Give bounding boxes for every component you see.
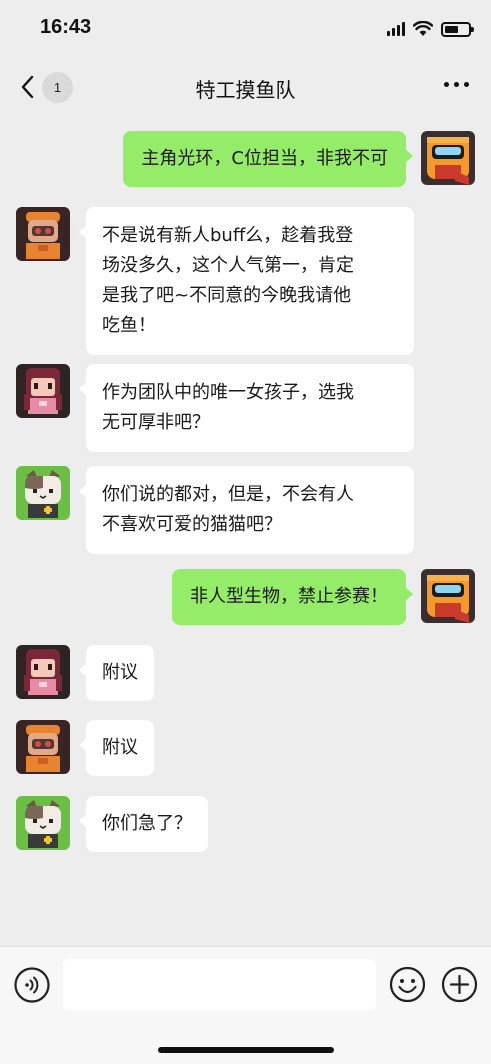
message-line: 作为团队中的唯一女孩子，选我 — [102, 382, 354, 403]
message-text: 附议 — [102, 662, 138, 683]
more-dots-icon[interactable] — [444, 82, 469, 87]
message-bubble[interactable]: 不是说有新人buff么，趁着我登 场没多久，这个人气第一，肯定 是我了吧~不同意… — [79, 207, 414, 355]
avatar-self[interactable] — [421, 131, 475, 185]
message-bubble[interactable]: 附议 — [79, 720, 154, 776]
emoji-icon[interactable] — [389, 966, 426, 1003]
avatar-robot[interactable] — [16, 720, 70, 774]
nav-bar: 特工摸鱼队 — [0, 58, 491, 116]
avatar-girl[interactable] — [16, 364, 70, 418]
message-text: 非人型生物，禁止参赛！ — [190, 586, 388, 607]
message-bubble[interactable]: 你们急了？ — [79, 796, 208, 852]
message-text: 你们急了？ — [102, 813, 192, 834]
message-bubble[interactable]: 附议 — [79, 645, 154, 701]
avatar-cat[interactable] — [16, 466, 70, 520]
message-text: 主角光环，C位担当，非我不可 — [141, 148, 388, 169]
message-line: 吃鱼！ — [102, 315, 156, 336]
message-bubble[interactable]: 主角光环，C位担当，非我不可 — [123, 131, 413, 187]
unread-badge[interactable]: 1 — [42, 72, 73, 103]
chat-title: 特工摸鱼队 — [195, 78, 296, 102]
status-time: 16:43 — [40, 16, 92, 38]
message-bubble[interactable]: 作为团队中的唯一女孩子，选我 无可厚非吧？ — [79, 364, 414, 452]
message-text: 附议 — [102, 737, 138, 758]
message-input[interactable] — [63, 959, 376, 1010]
message-line: 无可厚非吧？ — [102, 412, 210, 433]
message-line: 不是说有新人buff么，趁着我登 — [102, 225, 354, 246]
message-bubble[interactable]: 你们说的都对，但是，不会有人 不喜欢可爱的猫猫吧？ — [79, 466, 414, 554]
message-line: 是我了吧~不同意的今晚我请他 — [102, 285, 352, 306]
battery-icon — [441, 21, 474, 37]
message-line: 不喜欢可爱的猫猫吧？ — [102, 514, 282, 535]
signal-icon — [387, 22, 405, 36]
status-icons — [387, 18, 474, 40]
plus-icon[interactable] — [441, 966, 478, 1003]
message-line: 你们说的都对，但是，不会有人 — [102, 484, 354, 505]
message-bubble[interactable]: 非人型生物，禁止参赛！ — [172, 569, 413, 625]
voice-icon[interactable] — [14, 967, 50, 1003]
avatar-cat[interactable] — [16, 796, 70, 850]
avatar-self[interactable] — [421, 569, 475, 623]
message-line: 场没多久，这个人气第一，肯定 — [102, 255, 354, 276]
wifi-icon — [413, 21, 433, 36]
status-bar: 16:43 — [0, 0, 491, 58]
home-indicator[interactable] — [158, 1047, 334, 1053]
avatar-robot[interactable] — [16, 207, 70, 261]
avatar-girl[interactable] — [16, 645, 70, 699]
input-bar — [0, 946, 491, 1064]
